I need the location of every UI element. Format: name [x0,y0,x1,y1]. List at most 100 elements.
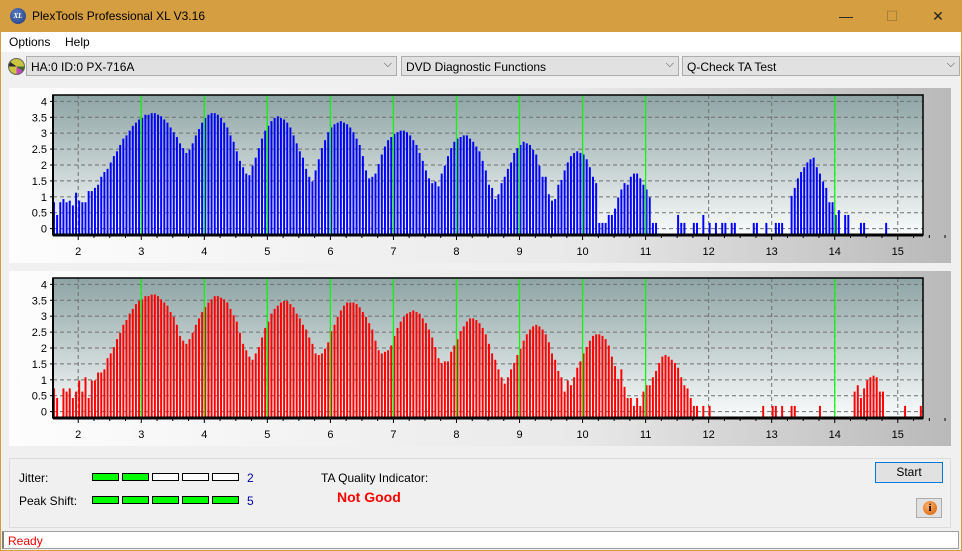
jitter-meter-segment [152,473,179,481]
menu-help[interactable]: Help [65,35,90,49]
bar [434,181,437,235]
bar [93,187,96,235]
bar [708,405,711,418]
close-button[interactable]: ✕ [915,1,961,32]
bar [153,294,156,418]
bar [232,141,235,235]
bar [491,353,494,418]
bar [134,122,137,235]
bar [169,127,172,235]
bar [352,302,355,418]
bar [380,353,383,418]
bar [238,160,241,235]
bar [119,144,122,235]
bar [478,323,481,418]
bar [623,386,626,418]
test-select[interactable]: Q-Check TA Test ⌵ [682,56,960,76]
bar [261,138,263,235]
bar [585,159,588,235]
x-tick-label: 4 [201,246,207,258]
bar [774,222,777,235]
bar [588,167,591,235]
bar [670,359,673,418]
menu-options[interactable]: Options [9,35,50,49]
bar [434,347,437,418]
bar [112,156,115,235]
bar [475,146,478,235]
bar [639,178,642,235]
bar [774,405,777,418]
bar [103,172,106,235]
bar [138,300,141,418]
bar [620,189,623,235]
bar [166,305,169,418]
bar [270,313,273,418]
land-ta-chart: 0 0.5 1 1.5 2 2.5 3 3.5 4 2 3 4 5 6 7 8 9 10 11 12 13 14 15 [32,94,946,258]
bar [412,310,415,418]
bar [368,178,371,235]
bar [636,397,639,418]
bar [440,362,443,418]
maximize-button[interactable]: ☐ [869,1,915,32]
info-button[interactable]: i [916,498,942,518]
bar [595,183,598,235]
minimize-button[interactable]: — [823,1,869,32]
bar [317,159,320,235]
bar [563,391,566,418]
bar [336,122,339,235]
bar [588,340,591,418]
bar [421,160,424,235]
chevron-down-icon: ⌵ [383,58,392,70]
start-button[interactable]: Start [875,462,943,483]
bar [81,202,84,235]
bar [563,170,566,235]
bar [383,146,386,235]
ta-quality-label: TA Quality Indicator: [321,471,429,485]
bar [343,122,345,235]
jitter-meter-segment [92,473,119,481]
bar [100,176,103,235]
bar [538,326,541,418]
bar [491,187,494,235]
peak-shift-value: 5 [247,494,254,508]
bar [406,132,408,235]
bar [131,308,134,418]
bar [629,397,632,418]
x-tick-label: 6 [327,246,333,258]
drive-select[interactable]: HA:0 ID:0 PX-716A ⌵ [26,56,397,76]
bar [680,222,683,235]
bar [402,130,405,235]
jitter-meter-segment [122,473,149,481]
y-tick-label: 0 [41,224,47,236]
bar [882,391,884,418]
bar [475,320,478,418]
groove-ta-chart: 0 0.5 1 1.5 2 2.5 3 3.5 4 2 3 4 5 6 7 8 9 10 11 12 13 14 15 [32,277,946,441]
function-select[interactable]: DVD Diagnostic Functions ⌵ [401,56,679,76]
bar [157,114,159,235]
bar [257,347,260,418]
bar [885,222,888,235]
bar [617,197,620,235]
bar [510,369,513,418]
y-tick-label: 4 [41,279,47,291]
bar [175,137,178,235]
bar [544,176,547,235]
bar [179,143,182,235]
bar [431,183,434,235]
x-tick-label: 15 [892,246,904,258]
groove-chart-panel: 0 0.5 1 1.5 2 2.5 3 3.5 4 2 3 4 5 6 7 8 9 10 11 12 13 14 15 [9,271,951,446]
bar [488,343,490,418]
bar [677,367,680,418]
bar [81,391,84,418]
bar [573,152,576,235]
bar [65,202,68,235]
y-tick-label: 2.5 [32,327,47,339]
bar [254,157,257,235]
bar [242,343,245,418]
y-tick-label: 1.5 [32,176,47,188]
bar [128,313,131,418]
bar [374,173,377,235]
bar [223,299,226,418]
bar [702,214,705,235]
bar [462,326,465,418]
